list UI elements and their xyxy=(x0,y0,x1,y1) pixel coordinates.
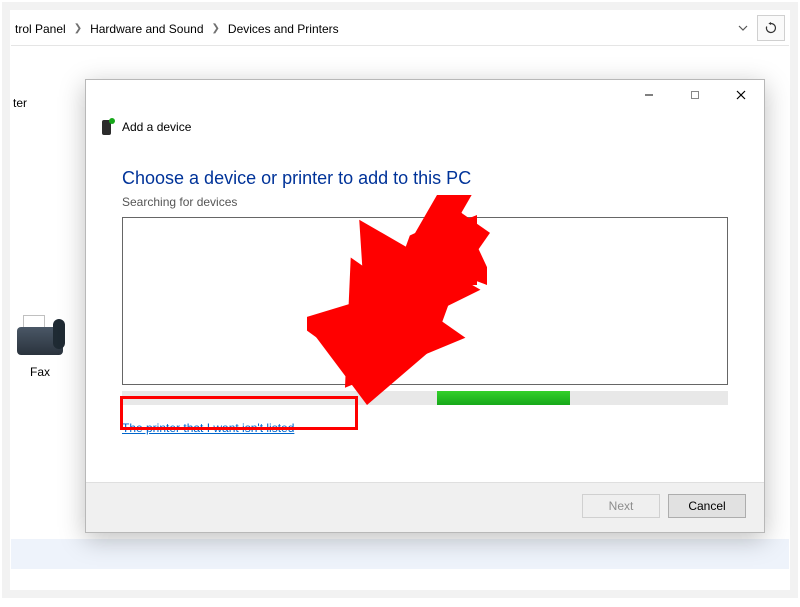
next-button: Next xyxy=(582,494,660,518)
address-dropdown-button[interactable] xyxy=(733,15,753,41)
breadcrumb[interactable]: trol Panel ❯ Hardware and Sound ❯ Device… xyxy=(11,11,339,46)
minimize-icon xyxy=(644,90,654,100)
progress-chunk xyxy=(437,391,570,405)
breadcrumb-item-devices-printers[interactable]: Devices and Printers xyxy=(228,22,339,36)
breadcrumb-item-hardware-sound[interactable]: Hardware and Sound xyxy=(90,22,203,36)
close-icon xyxy=(736,90,746,100)
add-device-dialog: Add a device Choose a device or printer … xyxy=(85,79,765,533)
chevron-right-icon: ❯ xyxy=(74,23,82,34)
cancel-button[interactable]: Cancel xyxy=(668,494,746,518)
refresh-button[interactable] xyxy=(757,15,785,41)
status-bar xyxy=(11,539,789,569)
dialog-title: Add a device xyxy=(122,120,191,134)
toolbar-printer-label[interactable]: ter xyxy=(11,96,41,110)
device-label: Fax xyxy=(5,365,75,379)
chevron-right-icon: ❯ xyxy=(212,23,220,34)
maximize-button xyxy=(672,80,718,110)
dialog-headline: Choose a device or printer to add to thi… xyxy=(122,168,728,189)
add-device-icon xyxy=(100,118,114,136)
titlebar[interactable] xyxy=(86,80,764,112)
device-fax[interactable]: Fax xyxy=(5,313,75,379)
refresh-icon xyxy=(765,22,777,34)
minimize-button[interactable] xyxy=(626,80,672,110)
fax-icon xyxy=(11,313,69,361)
address-bar[interactable]: trol Panel ❯ Hardware and Sound ❯ Device… xyxy=(11,11,789,46)
breadcrumb-item-control-panel[interactable]: trol Panel xyxy=(15,22,66,36)
maximize-icon xyxy=(690,90,700,100)
chevron-down-icon xyxy=(738,23,748,33)
printer-not-listed-link[interactable]: The printer that I want isn't listed xyxy=(122,421,294,435)
device-list[interactable] xyxy=(122,217,728,385)
close-button[interactable] xyxy=(718,80,764,110)
search-status: Searching for devices xyxy=(122,195,728,209)
progress-bar xyxy=(122,391,728,405)
